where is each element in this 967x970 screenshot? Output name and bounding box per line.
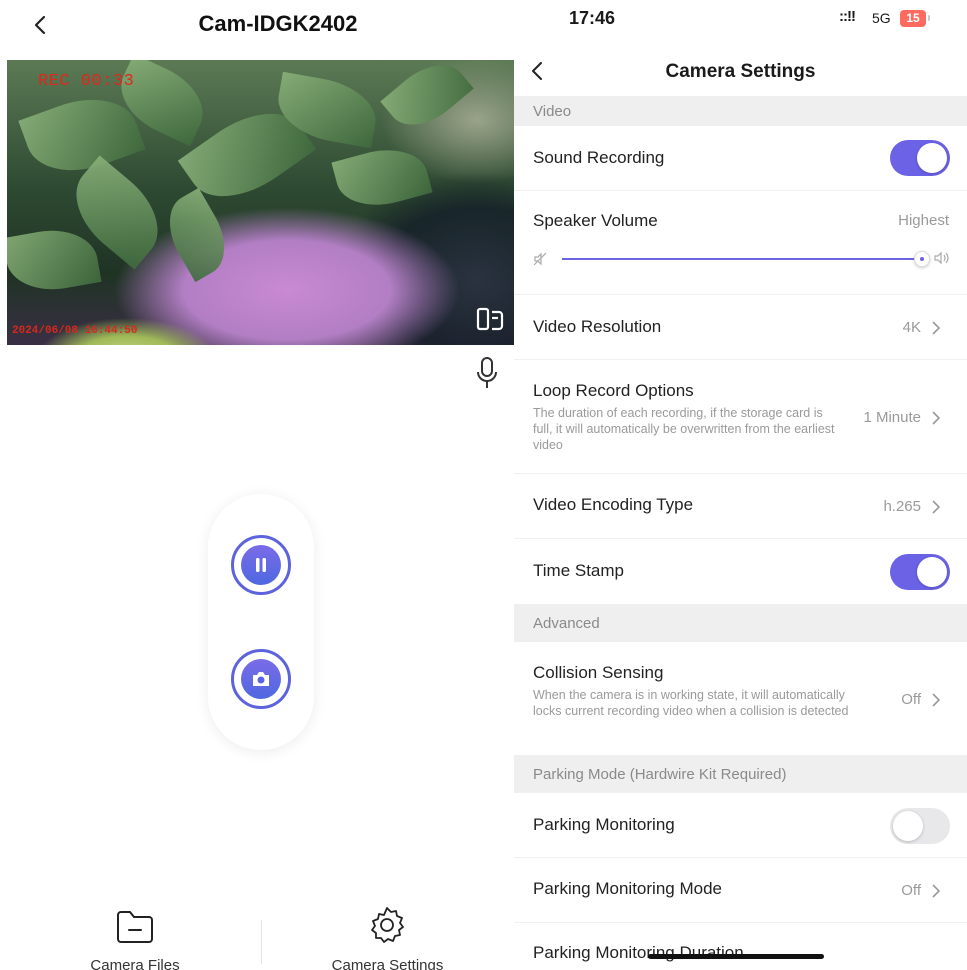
sound-recording-row: Sound Recording [514, 126, 967, 191]
camera-settings-screen: 17:46 ::!! 5G 15 Camera Settings Video S… [514, 0, 967, 970]
rotate-screen-icon[interactable] [475, 304, 505, 334]
signal-icon: ::!! [839, 8, 856, 25]
video-leaf [155, 187, 239, 283]
time-stamp-row: Time Stamp [514, 539, 967, 604]
recording-indicator: REC 00:33 [38, 72, 135, 91]
chevron-right-icon [932, 321, 941, 335]
row-value: h.265 [883, 498, 921, 515]
status-bar: 17:46 ::!! 5G 15 [514, 0, 967, 40]
row-description: When the camera is in working state, it … [533, 688, 849, 718]
folder-icon [117, 911, 153, 943]
nav-bar: Camera Settings [514, 52, 967, 92]
speaker-volume-slider[interactable] [562, 258, 922, 260]
row-label: Speaker Volume [533, 211, 658, 230]
status-time: 17:46 [569, 8, 616, 28]
volume-mute-icon [533, 252, 547, 266]
network-type: 5G [872, 10, 891, 26]
row-value: Highest [898, 212, 949, 229]
speaker-volume-row: Speaker Volume Highest [514, 191, 967, 295]
video-resolution-row[interactable]: Video Resolution 4K [514, 295, 967, 360]
live-video-feed[interactable]: REC 00:33 2024/06/08 16:44:50 [7, 60, 514, 345]
row-label: Sound Recording [533, 148, 665, 167]
row-value: 1 Minute [863, 409, 921, 426]
camera-live-screen: Cam-IDGK2402 REC 00:33 2024/06/08 16:44:… [0, 0, 514, 970]
section-header-parking: Parking Mode (Hardwire Kit Required) [514, 755, 967, 793]
row-label: Video Resolution [533, 317, 662, 336]
row-value: 4K [902, 319, 921, 336]
row-label: Parking Monitoring Duration [533, 943, 744, 962]
camera-settings-label: Camera Settings [331, 957, 444, 970]
time-stamp-toggle[interactable] [890, 554, 950, 590]
row-label: Parking Monitoring [533, 815, 675, 834]
tab-divider [261, 920, 262, 964]
parking-monitoring-toggle[interactable] [890, 808, 950, 844]
snapshot-button[interactable] [231, 649, 291, 709]
pause-button[interactable] [231, 535, 291, 595]
chevron-right-icon [932, 884, 941, 898]
row-value: Off [901, 691, 921, 708]
row-label: Loop Record Options [533, 381, 694, 400]
chevron-right-icon [932, 411, 941, 425]
camera-files-label: Camera Files [90, 957, 180, 970]
video-encoding-row[interactable]: Video Encoding Type h.265 [514, 474, 967, 539]
section-header-video: Video [514, 96, 967, 126]
row-description: The duration of each recording, if the s… [533, 406, 835, 452]
video-leaf [331, 139, 433, 216]
camera-icon [253, 672, 269, 686]
row-label: Time Stamp [533, 561, 625, 580]
chevron-right-icon [932, 500, 941, 514]
sound-recording-toggle[interactable] [890, 140, 950, 176]
slider-handle[interactable] [914, 251, 930, 267]
microphone-icon[interactable] [474, 356, 500, 390]
row-label: Parking Monitoring Mode [533, 879, 722, 898]
page-title: Cam-IDGK2402 [198, 11, 358, 36]
video-leaf [380, 60, 474, 140]
video-leaf [7, 222, 102, 298]
gear-icon [371, 907, 404, 943]
recording-controls [208, 494, 314, 750]
row-value: Off [901, 882, 921, 899]
parking-mode-row[interactable]: Parking Monitoring Mode Off [514, 858, 967, 923]
row-label: Video Encoding Type [533, 495, 694, 514]
chevron-right-icon [932, 693, 941, 707]
row-label: Collision Sensing [533, 663, 664, 682]
page-title: Camera Settings [665, 61, 816, 82]
battery-icon: 15 [900, 10, 926, 27]
parking-duration-row[interactable]: Parking Monitoring Duration [514, 923, 967, 970]
section-header-advanced: Advanced [514, 604, 967, 642]
pause-icon [256, 558, 266, 572]
battery-nub [928, 15, 930, 21]
video-timestamp: 2024/06/08 16:44:50 [12, 325, 138, 337]
volume-high-icon [934, 251, 949, 265]
parking-monitoring-row: Parking Monitoring [514, 793, 967, 858]
collision-sensing-row[interactable]: Collision Sensing When the camera is in … [514, 642, 967, 755]
loop-record-row[interactable]: Loop Record Options The duration of each… [514, 360, 967, 474]
home-indicator[interactable] [648, 954, 824, 959]
